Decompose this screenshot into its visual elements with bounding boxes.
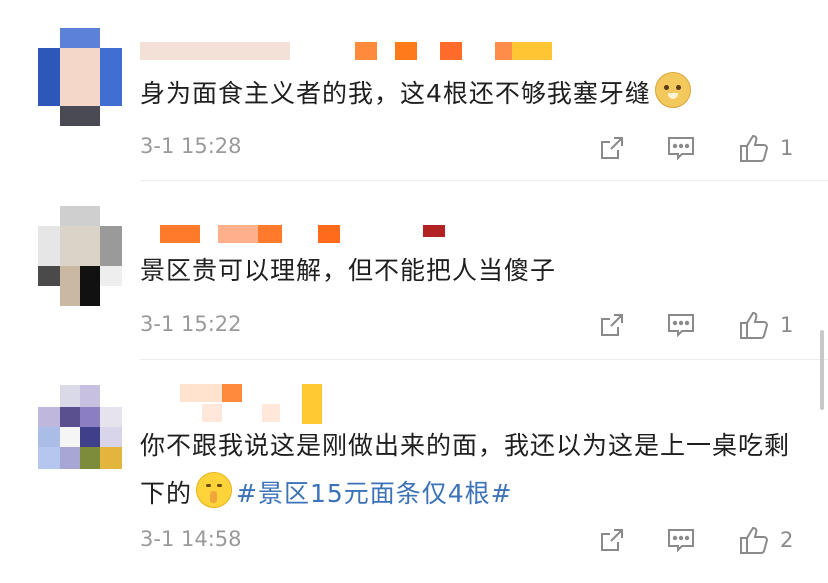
like-button[interactable]: 1 xyxy=(738,130,793,166)
comment-timestamp: 3-1 15:28 xyxy=(140,134,242,158)
comment-text: 身为面食主义者的我，这4根还不够我塞牙缝 xyxy=(140,70,800,118)
like-count: 1 xyxy=(780,136,794,160)
avatar[interactable] xyxy=(38,28,122,128)
comment-text-body: 景区贵可以理解，但不能把人当傻子 xyxy=(140,256,557,285)
share-icon xyxy=(601,314,623,336)
username-blurred[interactable] xyxy=(140,42,560,64)
comment-button[interactable] xyxy=(666,307,696,343)
comment-icon xyxy=(668,137,694,161)
scrollbar[interactable] xyxy=(820,330,824,410)
avatar[interactable] xyxy=(38,206,122,306)
thumbs-up-icon xyxy=(740,311,769,339)
comment-text: 你不跟我说这是刚做出来的面，我还以为这是上一桌吃剩下的 #景区15元面条仅4根# xyxy=(140,422,790,518)
doge-emoji xyxy=(654,72,691,108)
like-button[interactable]: 1 xyxy=(738,307,793,343)
comment-item: 身为面食主义者的我，这4根还不够我塞牙缝 3-1 15:28 1 xyxy=(0,0,828,181)
comment-timestamp: 3-1 15:22 xyxy=(140,312,242,336)
avatar[interactable] xyxy=(38,385,122,485)
shush-emoji xyxy=(196,472,233,508)
comment-text-body: 身为面食主义者的我，这4根还不够我塞牙缝 xyxy=(140,79,651,108)
share-icon xyxy=(601,137,623,159)
username-blurred[interactable] xyxy=(140,225,460,247)
comment-text: 景区贵可以理解，但不能把人当傻子 xyxy=(140,247,800,295)
comment-icon xyxy=(668,314,694,338)
like-count: 1 xyxy=(780,313,794,337)
share-button[interactable] xyxy=(598,307,626,343)
comment-icon xyxy=(668,529,694,553)
like-count: 2 xyxy=(780,528,794,552)
thumbs-up-icon xyxy=(740,134,769,162)
like-button[interactable]: 2 xyxy=(738,522,793,558)
comment-actions: 1 xyxy=(598,130,828,170)
comment-item: 景区贵可以理解，但不能把人当傻子 3-1 15:22 1 xyxy=(0,181,828,361)
comment-button[interactable] xyxy=(666,130,696,166)
comment-item: 你不跟我说这是刚做出来的面，我还以为这是上一桌吃剩下的 #景区15元面条仅4根# … xyxy=(0,360,828,583)
comment-actions: 1 xyxy=(598,307,828,347)
thumbs-up-icon xyxy=(740,526,769,554)
comment-actions: 2 xyxy=(598,522,828,562)
share-icon xyxy=(601,529,623,551)
comment-button[interactable] xyxy=(666,522,696,558)
share-button[interactable] xyxy=(598,522,626,558)
hashtag-link[interactable]: #景区15元面条仅4根# xyxy=(236,479,513,508)
share-button[interactable] xyxy=(598,130,626,166)
comment-timestamp: 3-1 14:58 xyxy=(140,527,242,551)
